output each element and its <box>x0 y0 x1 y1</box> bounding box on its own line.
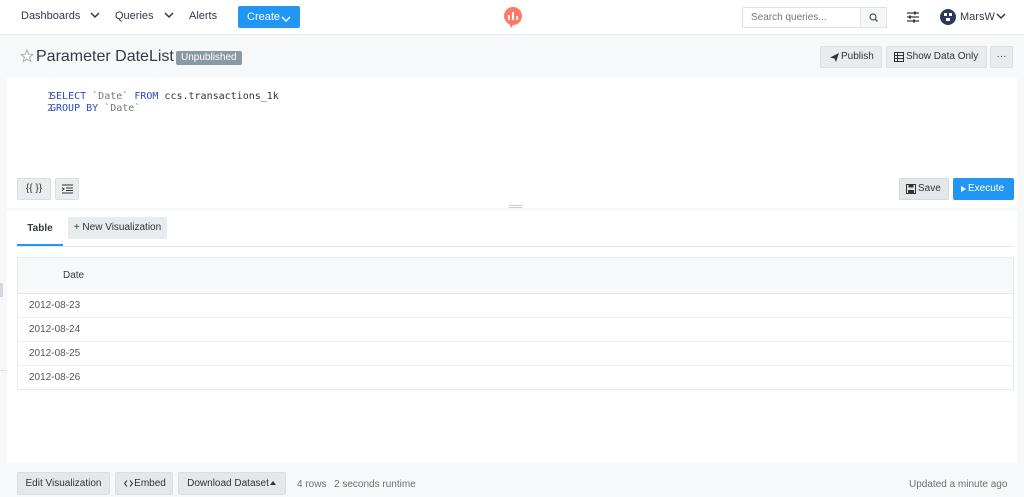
floppy-icon <box>906 184 916 194</box>
resize-handle[interactable] <box>509 205 522 208</box>
tab-table[interactable]: Table <box>17 216 63 246</box>
table-cell: 2012-08-23 <box>29 300 81 311</box>
table-row: 2012-08-24 <box>18 318 1013 342</box>
code-token: `Date` <box>104 103 141 114</box>
results-table: Date 2012-08-23 2012-08-24 2012-08-25 20… <box>17 257 1014 390</box>
code-line: SELECT `Date` FROM ccs.transactions_1k <box>50 91 279 102</box>
page-title[interactable]: Parameter DateList <box>36 48 174 66</box>
table-row: 2012-08-26 <box>18 366 1013 390</box>
add-parameter-button[interactable]: {{ }} <box>17 178 51 200</box>
search-button[interactable] <box>861 7 887 28</box>
table-cell: 2012-08-26 <box>29 372 81 383</box>
code-token: ccs.transactions_1k <box>158 91 279 102</box>
code-icon <box>124 480 133 487</box>
chevron-down-icon <box>280 11 292 33</box>
embed-button[interactable]: Embed <box>115 472 173 495</box>
create-button[interactable]: Create <box>238 6 300 28</box>
params-label: {{ }} <box>25 183 43 194</box>
play-icon <box>961 186 966 192</box>
table-header-row: Date <box>18 258 1013 294</box>
code-line: GROUP BY `Date` <box>50 103 140 114</box>
embed-label: Embed <box>134 478 166 489</box>
redash-logo-icon[interactable] <box>503 6 523 29</box>
code-token: GROUP BY <box>50 103 99 114</box>
runtime: 2 seconds runtime <box>334 479 416 490</box>
chevron-down-icon[interactable] <box>163 9 175 21</box>
execute-button[interactable]: Execute <box>953 178 1014 200</box>
save-label: Save <box>918 183 941 194</box>
caret-up-icon <box>270 481 276 485</box>
tab-divider <box>17 246 1014 247</box>
download-dataset-button[interactable]: Download Dataset <box>178 472 286 495</box>
save-button[interactable]: Save <box>899 178 949 200</box>
query-editor[interactable]: 1 SELECT `Date` FROM ccs.transactions_1k… <box>7 89 1013 171</box>
line-number: 2 <box>46 103 53 114</box>
show-data-only-button[interactable]: Show Data Only <box>886 46 987 68</box>
chevron-down-icon[interactable] <box>995 10 1007 22</box>
chevron-down-icon[interactable] <box>89 9 101 21</box>
code-token: FROM <box>134 91 159 102</box>
paper-plane-icon <box>830 53 839 62</box>
table-row: 2012-08-23 <box>18 294 1013 318</box>
execute-label: Execute <box>968 183 1005 194</box>
table-row: 2012-08-25 <box>18 342 1013 366</box>
username[interactable]: MarsW <box>960 11 995 23</box>
search-input[interactable] <box>742 7 861 28</box>
publish-button[interactable]: Publish <box>820 46 882 68</box>
format-query-button[interactable] <box>55 178 79 200</box>
code-token: `Date` <box>92 91 129 102</box>
more-options-button[interactable]: ··· <box>990 46 1013 68</box>
line-number: 1 <box>46 91 53 102</box>
new-visualization-tab[interactable]: + New Visualization <box>68 217 167 239</box>
ellipsis-icon: ··· <box>996 51 1007 62</box>
status-badge: Unpublished <box>176 51 242 65</box>
publish-label: Publish <box>841 51 874 62</box>
nav-dashboards[interactable]: Dashboards <box>21 10 80 22</box>
code-token: SELECT <box>50 91 87 102</box>
column-header-date[interactable]: Date <box>63 270 84 281</box>
edit-visualization-button[interactable]: Edit Visualization <box>17 472 110 495</box>
nav-alerts[interactable]: Alerts <box>189 10 217 22</box>
table-icon <box>894 52 904 62</box>
show-data-only-label: Show Data Only <box>906 51 979 62</box>
sliders-icon[interactable] <box>906 10 920 24</box>
nav-queries[interactable]: Queries <box>115 10 154 22</box>
download-dataset-label: Download Dataset <box>187 478 269 489</box>
side-drag-handle[interactable] <box>0 283 3 297</box>
avatar[interactable] <box>940 9 956 25</box>
star-icon[interactable] <box>19 48 35 63</box>
create-label: Create <box>247 11 281 23</box>
search-icon <box>869 13 878 22</box>
row-count: 4 rows <box>297 479 327 490</box>
table-cell: 2012-08-24 <box>29 324 81 335</box>
updated-timestamp: Updated a minute ago <box>909 479 1008 490</box>
divider <box>0 370 7 371</box>
indent-icon <box>61 184 73 194</box>
table-cell: 2012-08-25 <box>29 348 81 359</box>
